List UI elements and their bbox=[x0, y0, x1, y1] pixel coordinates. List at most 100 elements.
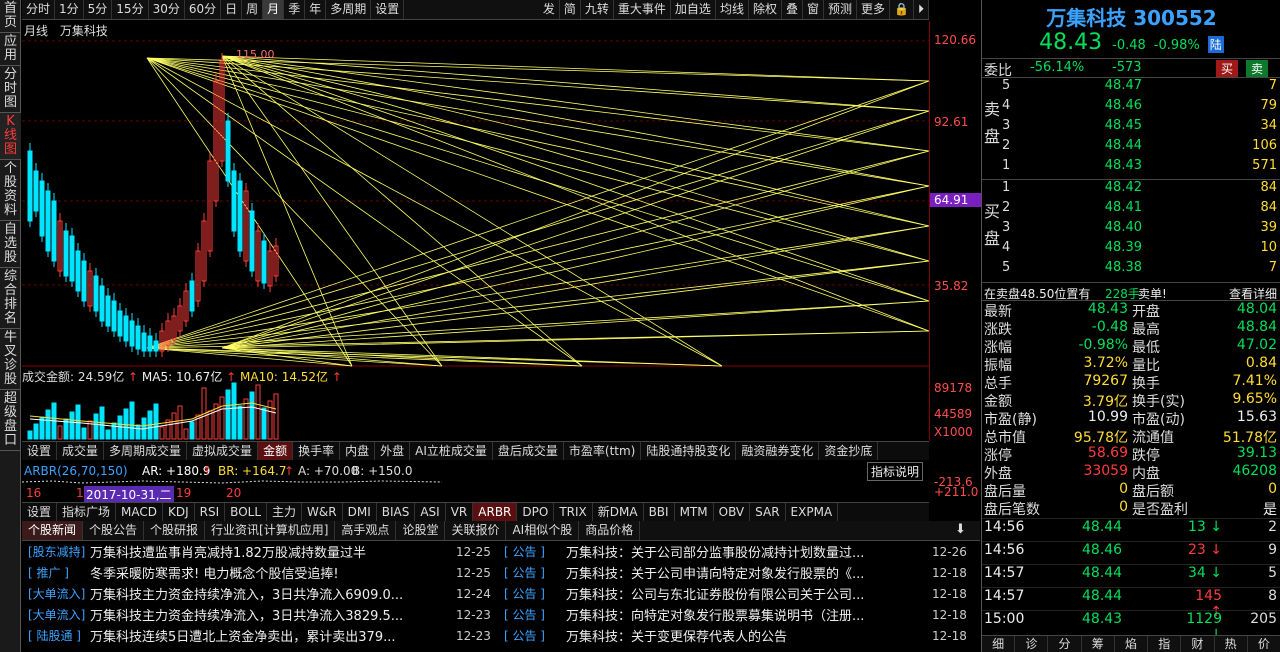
indicator-tab[interactable]: VR bbox=[446, 503, 474, 521]
indicator-tab[interactable]: 金额 bbox=[258, 442, 294, 460]
panel-tab[interactable]: 指 bbox=[1148, 636, 1182, 652]
news-item[interactable]: [ 公告 ] 万集科技：关于公司部分监事股份减持计划数量过... 12-26 bbox=[498, 542, 974, 562]
indicator-tab[interactable]: TRIX bbox=[554, 503, 593, 521]
panel-tab[interactable]: 财 bbox=[1181, 636, 1215, 652]
indicator-tab[interactable]: 融资融券变化 bbox=[736, 442, 820, 460]
indicator-tab[interactable]: 虚拟成交量 bbox=[187, 442, 259, 460]
toolbar-button[interactable]: 重大事件 bbox=[614, 0, 671, 19]
indicator-tab[interactable]: KDJ bbox=[163, 503, 195, 521]
news-tab[interactable]: 个股研报 bbox=[144, 521, 206, 540]
lock-icon[interactable]: 🔒 bbox=[890, 0, 914, 19]
news-tab[interactable]: 商品价格 bbox=[579, 521, 641, 540]
period-tab[interactable]: 周 bbox=[242, 0, 264, 19]
news-tab[interactable]: AI相似个股 bbox=[506, 521, 580, 540]
panel-tab[interactable]: 筹 bbox=[1082, 636, 1115, 652]
left-nav-item[interactable]: 综合排名 bbox=[0, 268, 21, 329]
indicator-tab[interactable]: ARBR bbox=[473, 503, 518, 521]
indicator-tab[interactable]: AI立桩成交量 bbox=[410, 442, 493, 460]
news-item[interactable]: [ 公告 ] 万集科技：公司与东北证券股份有限公司关于公司... 12-18 bbox=[498, 584, 974, 604]
news-title[interactable]: 万集科技：关于变更保荐代表人的公告 bbox=[566, 626, 926, 645]
indicator-tab[interactable]: 成交量 bbox=[57, 442, 105, 460]
indicator-tab[interactable]: 外盘 bbox=[375, 442, 411, 460]
indicator-tab[interactable]: DPO bbox=[517, 503, 555, 521]
period-tab[interactable]: 年 bbox=[305, 0, 327, 19]
left-nav-item[interactable]: 应用 bbox=[0, 33, 21, 66]
panel-tab[interactable]: 细 bbox=[982, 636, 1016, 652]
news-item[interactable]: [ 推广 ] 冬季采暖防寒需求! 电力概念个股信受追捧! 12-25 bbox=[22, 563, 498, 583]
indicator-tab[interactable]: EXPMA bbox=[786, 503, 839, 521]
news-tab[interactable]: 行业资讯[计算机应用] bbox=[205, 521, 336, 540]
left-nav-item[interactable]: 牛叉诊股 bbox=[0, 329, 21, 390]
toolbar-button[interactable]: 加自选 bbox=[671, 0, 716, 19]
news-item[interactable]: [大单流入] 万集科技主力资金持续净流入，3日共净流入6909.0... 12-24 bbox=[22, 584, 498, 604]
panel-tab[interactable]: 分 bbox=[1048, 636, 1082, 652]
panel-tab[interactable]: 诊 bbox=[1015, 636, 1049, 652]
period-tab[interactable]: 15分 bbox=[112, 0, 149, 19]
news-title[interactable]: 冬季采暖防寒需求! 电力概念个股信受追捧! bbox=[90, 563, 450, 582]
indicator-tab[interactable]: W&R bbox=[302, 503, 343, 521]
left-nav-item[interactable]: 超级盘口 bbox=[0, 390, 21, 451]
left-nav-item[interactable]: K线图 bbox=[0, 113, 21, 160]
news-tab[interactable]: 论股堂 bbox=[396, 521, 446, 540]
news-title[interactable]: 万集科技遭监事肖亮减持1.82万股减持数量过半 bbox=[90, 542, 450, 561]
news-title[interactable]: 万集科技主力资金持续净流入，3日共净流入6909.0... bbox=[90, 584, 450, 603]
news-item[interactable]: [ 公告 ] 万集科技：关于变更保荐代表人的公告 12-18 bbox=[498, 626, 974, 646]
news-title[interactable]: 万集科技：关于公司申请向特定对象发行股票的《... bbox=[566, 563, 926, 582]
period-tab[interactable]: 60分 bbox=[185, 0, 222, 19]
indicator-tab[interactable]: BBI bbox=[644, 503, 675, 521]
period-tab[interactable]: 日 bbox=[221, 0, 243, 19]
period-tab[interactable]: 多周期 bbox=[326, 0, 372, 19]
toolbar-button[interactable]: 叠 bbox=[782, 0, 803, 19]
indicator-tab[interactable]: 设置 bbox=[22, 503, 58, 521]
news-title[interactable]: 万集科技：公司与东北证券股份有限公司关于公司... bbox=[566, 584, 926, 603]
indicator-tab[interactable]: RSI bbox=[195, 503, 226, 521]
period-tab[interactable]: 季 bbox=[284, 0, 306, 19]
news-title[interactable]: 万集科技连续5日遭北上资金净卖出，累计卖出379... bbox=[90, 626, 450, 645]
toolbar-button[interactable]: 窗 bbox=[803, 0, 824, 19]
indicator-tab[interactable]: 陆股通持股变化 bbox=[641, 442, 737, 460]
toolbar-button[interactable]: 均线 bbox=[716, 0, 749, 19]
panel-tab[interactable]: 热 bbox=[1215, 636, 1248, 652]
news-item[interactable]: [股东减持] 万集科技遭监事肖亮减持1.82万股减持数量过半 12-25 bbox=[22, 542, 498, 562]
alert-detail-link[interactable]: 查看详细 bbox=[1229, 285, 1277, 302]
news-item[interactable]: [大单流入] 万集科技主力资金持续净流入，3日共净流入3829.5... 12-23 bbox=[22, 605, 498, 625]
left-nav-item[interactable]: 自选股 bbox=[0, 221, 21, 268]
indicator-tab[interactable]: BIAS bbox=[377, 503, 416, 521]
indicator-tab[interactable]: BOLL bbox=[225, 503, 268, 521]
indicator-tab[interactable]: 市盈率(ttm) bbox=[564, 442, 642, 460]
news-title[interactable]: 万集科技主力资金持续净流入，3日共净流入3829.5... bbox=[90, 605, 450, 624]
indicator-tab[interactable]: 盘后成交量 bbox=[493, 442, 564, 460]
news-tab[interactable]: 关联报价 bbox=[445, 521, 507, 540]
period-tab[interactable]: 1分 bbox=[55, 0, 84, 19]
news-item[interactable]: [ 公告 ] 万集科技：向特定对象发行股票募集说明书（注册... 12-18 bbox=[498, 605, 974, 625]
left-nav-item[interactable]: 个股资料 bbox=[0, 160, 21, 221]
indicator-tab[interactable]: 多周期成交量 bbox=[104, 442, 188, 460]
toolbar-button[interactable]: 预测 bbox=[824, 0, 858, 19]
indicator-tab[interactable]: 内盘 bbox=[340, 442, 376, 460]
panel-tab[interactable]: 价 bbox=[1248, 636, 1280, 652]
toolbar-button[interactable]: 发 bbox=[539, 0, 560, 19]
sell-button[interactable]: 卖 bbox=[1246, 60, 1269, 77]
news-title[interactable]: 万集科技：关于公司部分监事股份减持计划数量过... bbox=[566, 542, 926, 561]
indicator-tab[interactable]: MACD bbox=[116, 503, 164, 521]
toolbar-button[interactable]: 更多 bbox=[857, 0, 891, 19]
news-title[interactable]: 万集科技：向特定对象发行股票募集说明书（注册... bbox=[566, 605, 926, 624]
left-nav-item[interactable]: 分时图 bbox=[0, 66, 21, 113]
toolbar-button[interactable]: 九转 bbox=[581, 0, 614, 19]
indicator-tab[interactable]: 指标广场 bbox=[57, 503, 117, 521]
indicator-tab[interactable]: DMI bbox=[343, 503, 377, 521]
period-tab[interactable]: 5分 bbox=[84, 0, 113, 19]
news-item[interactable]: [ 公告 ] 万集科技：关于公司申请向特定对象发行股票的《... 12-18 bbox=[498, 563, 974, 583]
news-tab[interactable]: 个股公告 bbox=[83, 521, 145, 540]
news-item[interactable]: [ 陆股通 ] 万集科技连续5日遭北上资金净卖出，累计卖出379... 12-23 bbox=[22, 626, 498, 646]
toolbar-button[interactable]: 除权 bbox=[749, 0, 782, 19]
period-tab[interactable]: 月 bbox=[263, 0, 285, 19]
news-tab[interactable]: 高手观点 bbox=[335, 521, 397, 540]
left-nav-item[interactable]: 首页 bbox=[0, 0, 21, 33]
toolbar-button[interactable]: 简 bbox=[560, 0, 581, 19]
panel-tab[interactable]: 焰 bbox=[1115, 636, 1149, 652]
indicator-tab[interactable]: 换手率 bbox=[293, 442, 341, 460]
buy-button[interactable]: 买 bbox=[1216, 60, 1239, 77]
download-icon[interactable]: ⬇ bbox=[955, 522, 966, 537]
period-tab[interactable]: 30分 bbox=[149, 0, 185, 19]
